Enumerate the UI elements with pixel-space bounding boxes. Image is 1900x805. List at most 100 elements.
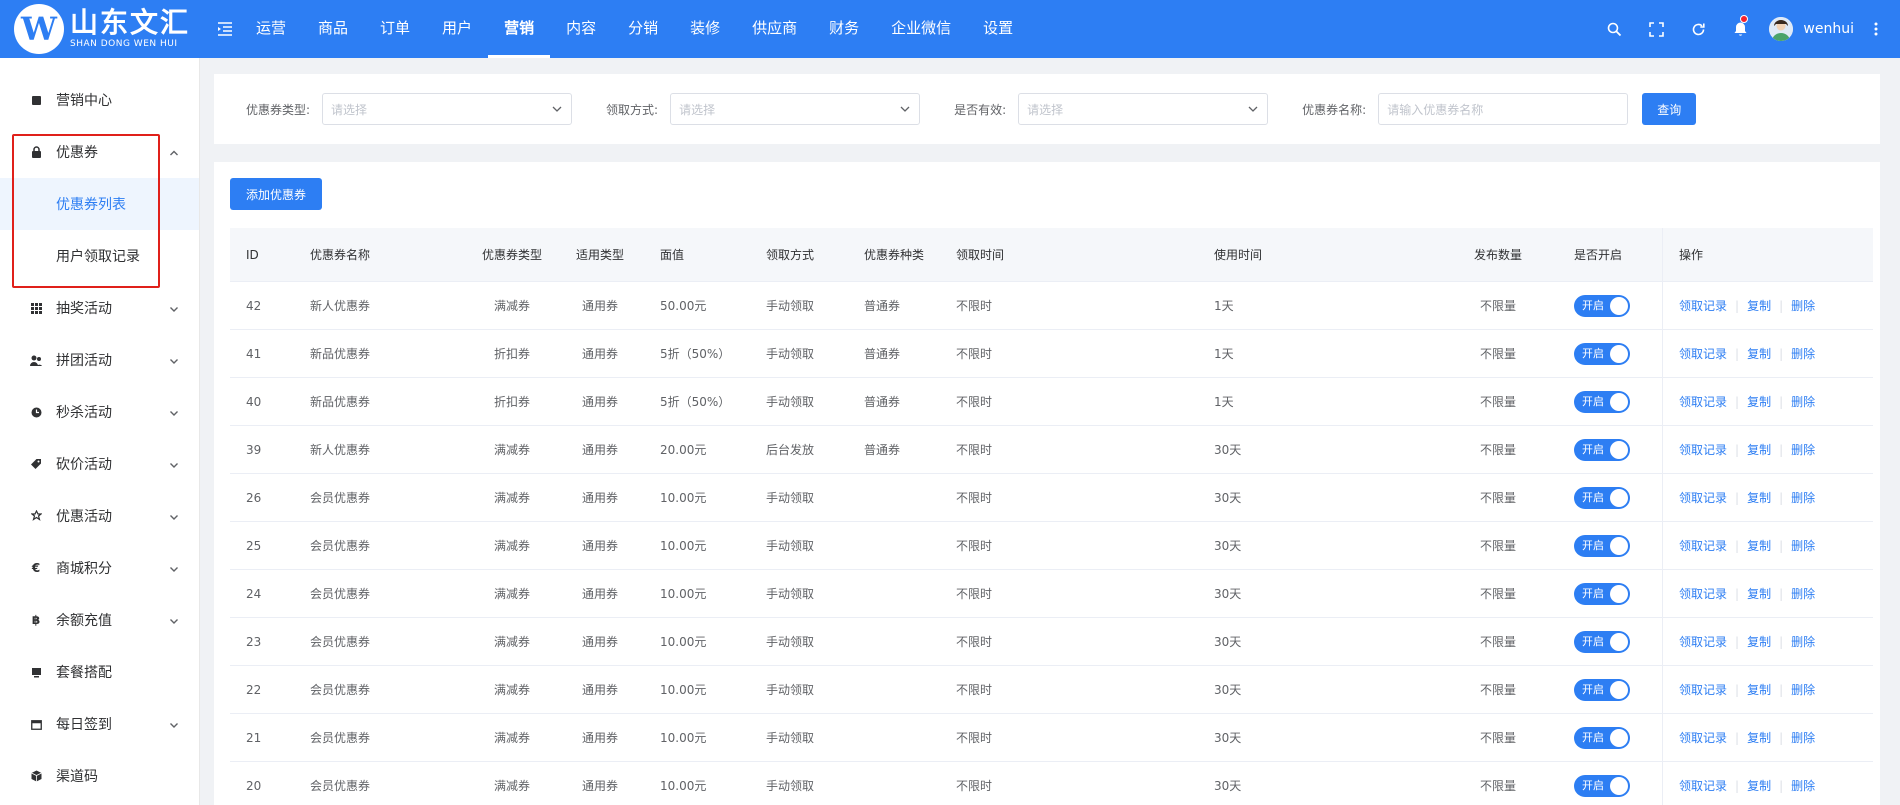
nav-item-users[interactable]: 用户 [426, 0, 488, 58]
claim-records-link[interactable]: 领取记录 [1679, 681, 1727, 698]
claim-records-link[interactable]: 领取记录 [1679, 777, 1727, 794]
enable-switch[interactable]: 开启 [1574, 726, 1630, 749]
cell-name: 新人优惠券 [310, 443, 371, 457]
add-coupon-button[interactable]: 添加优惠券 [230, 178, 322, 210]
sidebar-item-marketing-center[interactable]: 营销中心 [0, 74, 199, 126]
claim-records-link[interactable]: 领取记录 [1679, 585, 1727, 602]
nav-item-settings[interactable]: 设置 [967, 0, 1029, 58]
sidebar-item-user-claim-records[interactable]: 用户领取记录 [0, 230, 199, 282]
cell-time: 不限时 [956, 491, 993, 505]
enable-switch[interactable]: 开启 [1574, 582, 1630, 605]
coupon-name-input[interactable]: 请输入优惠券名称 [1378, 93, 1629, 125]
nav-item-products[interactable]: 商品 [302, 0, 364, 58]
get-method-select[interactable]: 请选择 [670, 93, 921, 125]
claim-records-link[interactable]: 领取记录 [1679, 393, 1727, 410]
claim-records-link[interactable]: 领取记录 [1679, 537, 1727, 554]
coupon-type-select[interactable]: 请选择 [322, 93, 573, 125]
cell-use: 1天 [1214, 299, 1234, 313]
sidebar-item-lottery[interactable]: 抽奖活动 [0, 282, 199, 334]
claim-records-link[interactable]: 领取记录 [1679, 489, 1727, 506]
delete-link[interactable]: 删除 [1791, 681, 1815, 698]
cell-use: 30天 [1214, 683, 1242, 697]
sidebar-item-group-buy[interactable]: 拼团活动 [0, 334, 199, 386]
claim-records-link[interactable]: 领取记录 [1679, 633, 1727, 650]
fullscreen-icon[interactable] [1635, 0, 1677, 58]
enable-switch[interactable]: 开启 [1574, 534, 1630, 557]
claim-records-link[interactable]: 领取记录 [1679, 729, 1727, 746]
enable-switch[interactable]: 开启 [1574, 438, 1630, 461]
user-menu[interactable]: wenhui [1769, 17, 1854, 41]
claim-records-link[interactable]: 领取记录 [1679, 441, 1727, 458]
delete-link[interactable]: 删除 [1791, 537, 1815, 554]
copy-link[interactable]: 复制 [1747, 489, 1771, 506]
chevron-down-icon [1248, 106, 1258, 112]
brand-logo[interactable]: W 山东文汇 SHAN DONG WEN HUI [0, 0, 200, 58]
delete-link[interactable]: 删除 [1791, 729, 1815, 746]
col-get: 领取方式 [766, 248, 815, 262]
col-kind: 优惠券种类 [864, 248, 925, 262]
delete-link[interactable]: 删除 [1791, 297, 1815, 314]
claim-records-link[interactable]: 领取记录 [1679, 345, 1727, 362]
search-icon[interactable] [1593, 0, 1635, 58]
notification-bell-icon[interactable] [1719, 0, 1761, 58]
cell-num: 不限量 [1479, 683, 1516, 697]
sidebar-item-flash-sale[interactable]: 秒杀活动 [0, 386, 199, 438]
cell-name: 会员优惠券 [310, 779, 371, 793]
enable-switch[interactable]: 开启 [1574, 486, 1630, 509]
nav-item-marketing[interactable]: 营销 [488, 0, 551, 58]
copy-link[interactable]: 复制 [1747, 729, 1771, 746]
copy-link[interactable]: 复制 [1747, 777, 1771, 794]
copy-link[interactable]: 复制 [1747, 441, 1771, 458]
nav-item-orders[interactable]: 订单 [364, 0, 426, 58]
sidebar-item-channel-code[interactable]: 渠道码 [0, 750, 199, 802]
enable-switch[interactable]: 开启 [1574, 294, 1630, 317]
copy-link[interactable]: 复制 [1747, 537, 1771, 554]
cell-open: 开启 [1548, 486, 1662, 509]
refresh-icon[interactable] [1677, 0, 1719, 58]
nav-item-distribution[interactable]: 分销 [612, 0, 674, 58]
delete-link[interactable]: 删除 [1791, 441, 1815, 458]
nav-item-decoration[interactable]: 装修 [674, 0, 736, 58]
sidebar-item-mall-points[interactable]: € 商城积分 [0, 542, 199, 594]
nav-item-content[interactable]: 内容 [550, 0, 612, 58]
nav-item-supplier[interactable]: 供应商 [736, 0, 813, 58]
nav-item-wecom[interactable]: 企业微信 [875, 0, 967, 58]
delete-link[interactable]: 删除 [1791, 633, 1815, 650]
divider: | [1735, 346, 1740, 361]
delete-link[interactable]: 删除 [1791, 777, 1815, 794]
query-button[interactable]: 查询 [1642, 93, 1697, 125]
copy-link[interactable]: 复制 [1747, 393, 1771, 410]
delete-link[interactable]: 删除 [1791, 585, 1815, 602]
table-row: 21 会员优惠券 满减券 通用券 10.00元 手动领取 不限时 30天 不限量… [230, 714, 1873, 762]
sidebar-item-promotion[interactable]: 优惠活动 [0, 490, 199, 542]
enable-switch[interactable]: 开启 [1574, 390, 1630, 413]
enable-switch[interactable]: 开启 [1574, 774, 1630, 797]
claim-records-link[interactable]: 领取记录 [1679, 297, 1727, 314]
cell-id: 24 [246, 586, 262, 601]
sidebar-item-bargain[interactable]: 砍价活动 [0, 438, 199, 490]
delete-link[interactable]: 删除 [1791, 393, 1815, 410]
copy-link[interactable]: 复制 [1747, 297, 1771, 314]
more-vertical-icon[interactable] [1868, 0, 1884, 58]
divider: | [1779, 394, 1784, 409]
enable-switch[interactable]: 开启 [1574, 678, 1630, 701]
sidebar-item-balance-recharge[interactable]: ฿ 余额充值 [0, 594, 199, 646]
nav-item-operations[interactable]: 运营 [240, 0, 302, 58]
delete-link[interactable]: 删除 [1791, 345, 1815, 362]
copy-link[interactable]: 复制 [1747, 585, 1771, 602]
sidebar-item-coupon[interactable]: 优惠券 [0, 126, 199, 178]
valid-select[interactable]: 请选择 [1018, 93, 1269, 125]
sidebar-item-coupon-list[interactable]: 优惠券列表 [0, 178, 199, 230]
enable-switch[interactable]: 开启 [1574, 630, 1630, 653]
divider: | [1735, 730, 1740, 745]
enable-switch[interactable]: 开启 [1574, 342, 1630, 365]
nav-item-finance[interactable]: 财务 [813, 0, 875, 58]
copy-link[interactable]: 复制 [1747, 345, 1771, 362]
sidebar-item-daily-checkin[interactable]: 每日签到 [0, 698, 199, 750]
sidebar-item-package[interactable]: 套餐搭配 [0, 646, 199, 698]
copy-link[interactable]: 复制 [1747, 633, 1771, 650]
collapse-menu-icon[interactable] [210, 0, 240, 58]
col-op: 操作 [1662, 227, 1872, 282]
copy-link[interactable]: 复制 [1747, 681, 1771, 698]
delete-link[interactable]: 删除 [1791, 489, 1815, 506]
